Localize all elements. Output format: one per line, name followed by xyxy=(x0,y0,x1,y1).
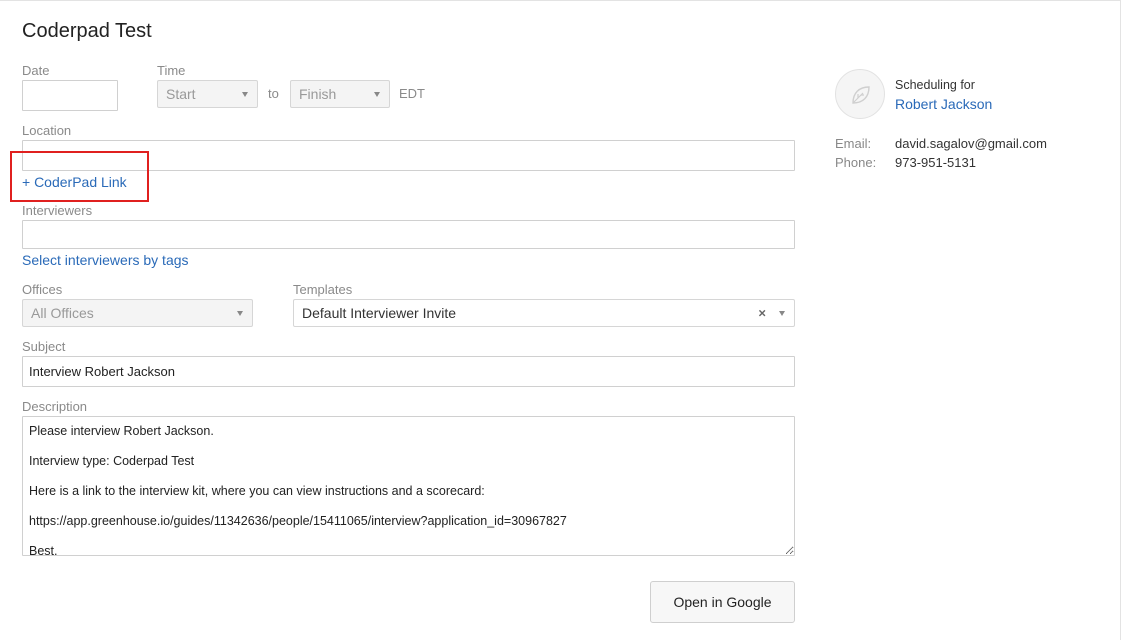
avatar xyxy=(835,69,885,119)
scheduling-for-label: Scheduling for xyxy=(895,78,975,92)
candidate-phone: 973-951-5131 xyxy=(895,155,976,170)
email-label: Email: xyxy=(835,136,872,151)
open-in-google-button[interactable]: Open in Google xyxy=(650,581,795,623)
chevron-down-icon xyxy=(374,92,380,97)
interviewers-label: Interviewers xyxy=(22,203,93,218)
chevron-down-icon xyxy=(237,311,243,316)
start-time-select[interactable]: Start xyxy=(157,80,258,108)
page-title: Coderpad Test xyxy=(22,20,152,42)
time-to-text: to xyxy=(268,86,279,101)
leaf-icon xyxy=(852,86,870,104)
description-label: Description xyxy=(22,399,88,414)
start-time-value: Start xyxy=(166,86,196,102)
candidate-name-link[interactable]: Robert Jackson xyxy=(895,96,992,112)
date-label: Date xyxy=(22,63,50,78)
subject-input[interactable]: Interview Robert Jackson xyxy=(22,356,795,387)
offices-select[interactable]: All Offices xyxy=(22,299,253,327)
time-label: Time xyxy=(157,63,186,78)
offices-label: Offices xyxy=(22,282,63,297)
finish-time-select[interactable]: Finish xyxy=(290,80,390,108)
templates-selected: Default Interviewer Invite xyxy=(302,305,457,321)
interviewers-input[interactable] xyxy=(22,220,795,249)
select-interviewers-by-tags-link[interactable]: Select interviewers by tags xyxy=(22,252,189,268)
finish-time-value: Finish xyxy=(299,86,337,102)
clear-icon[interactable]: × xyxy=(758,306,766,321)
location-label: Location xyxy=(22,123,72,138)
date-input[interactable] xyxy=(22,80,118,111)
phone-label: Phone: xyxy=(835,155,877,170)
chevron-down-icon xyxy=(242,92,248,97)
offices-selected: All Offices xyxy=(31,305,94,321)
subject-label: Subject xyxy=(22,339,66,354)
candidate-email: david.sagalov@gmail.com xyxy=(895,136,1047,151)
timezone-text: EDT xyxy=(399,86,425,101)
top-border xyxy=(0,0,1121,1)
highlight-box xyxy=(10,151,149,202)
templates-label: Templates xyxy=(293,282,353,297)
chevron-down-icon xyxy=(779,311,785,316)
templates-select[interactable]: Default Interviewer Invite × xyxy=(293,299,795,327)
description-textarea[interactable]: Please interview Robert Jackson. Intervi… xyxy=(22,416,795,556)
